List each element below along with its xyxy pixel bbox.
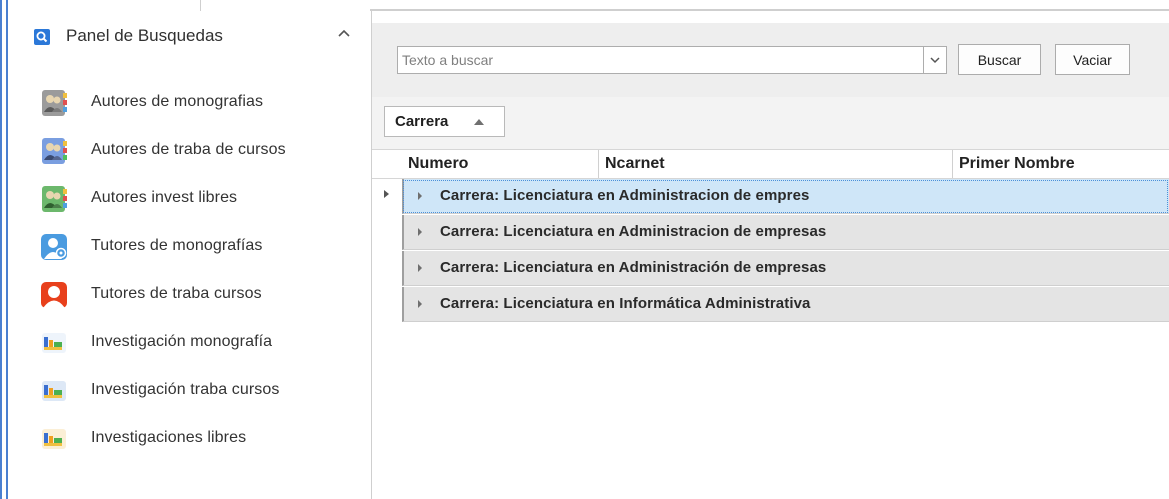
search-panel-sidebar: Panel de Busquedas Autores de monografia… bbox=[14, 11, 372, 499]
group-row-label: Carrera: Licenciatura en Informática Adm… bbox=[440, 295, 811, 312]
sidebar-item-label: Tutores de monografías bbox=[91, 237, 263, 254]
search-input[interactable] bbox=[402, 47, 922, 73]
group-chip-label: Carrera bbox=[395, 113, 449, 130]
expand-arrow-icon[interactable] bbox=[418, 228, 422, 236]
sidebar-item-investigacion-traba-cursos[interactable]: Investigación traba cursos bbox=[36, 375, 356, 413]
sidebar-item-investigacion-monografia[interactable]: Investigación monografía bbox=[36, 327, 356, 365]
window-edge bbox=[0, 0, 14, 499]
sidebar-item-tutores-traba-cursos[interactable]: Tutores de traba cursos bbox=[36, 279, 356, 317]
sidebar-item-autores-traba-cursos[interactable]: Autores de traba de cursos bbox=[36, 135, 356, 173]
search-icon bbox=[34, 29, 50, 45]
panel-title: Panel de Busquedas bbox=[66, 26, 223, 45]
group-row-label: Carrera: Licenciatura en Administracion … bbox=[440, 223, 827, 240]
chevron-up-icon[interactable] bbox=[335, 25, 353, 43]
search-bar: Buscar Vaciar bbox=[372, 23, 1169, 98]
grid-header: Numero Ncarnet Primer Nombre bbox=[372, 149, 1169, 179]
search-combo[interactable] bbox=[397, 46, 947, 74]
group-row[interactable]: Carrera: Licenciatura en Administracion … bbox=[402, 215, 1169, 250]
chevron-down-icon[interactable] bbox=[923, 47, 946, 73]
sidebar-item-label: Investigación monografía bbox=[91, 333, 273, 350]
user-icon bbox=[40, 281, 68, 309]
column-header-primer-nombre[interactable]: Primer Nombre bbox=[952, 150, 1169, 178]
group-row[interactable]: Carrera: Licenciatura en Informática Adm… bbox=[402, 287, 1169, 322]
contacts-book-icon bbox=[40, 89, 68, 117]
main-area: Buscar Vaciar Carrera Numero Ncarnet Pri… bbox=[372, 11, 1169, 499]
sidebar-item-label: Autores invest libres bbox=[91, 189, 238, 206]
expand-arrow-icon[interactable] bbox=[418, 192, 422, 200]
sidebar-item-label: Investigación traba cursos bbox=[91, 381, 280, 398]
top-strip bbox=[14, 0, 1169, 11]
window-border-line bbox=[0, 0, 2, 499]
group-row[interactable]: Carrera: Licenciatura en Administración … bbox=[402, 251, 1169, 286]
expand-arrow-icon[interactable] bbox=[418, 300, 422, 308]
contacts-book-icon bbox=[40, 185, 68, 213]
expand-arrow-icon[interactable] bbox=[418, 264, 422, 272]
sidebar-item-label: Autores de monografias bbox=[91, 93, 264, 110]
contacts-book-icon bbox=[40, 137, 68, 165]
tab-divider bbox=[200, 0, 201, 11]
chart-folder-icon bbox=[40, 377, 68, 405]
group-by-panel: Carrera bbox=[372, 97, 1169, 149]
column-header-ncarnet[interactable]: Ncarnet bbox=[598, 150, 952, 178]
buscar-button[interactable]: Buscar bbox=[958, 44, 1041, 75]
sidebar-item-autores-monografias[interactable]: Autores de monografias bbox=[36, 87, 356, 125]
panel-header[interactable]: Panel de Busquedas bbox=[14, 21, 371, 57]
row-indicator-icon bbox=[384, 190, 389, 198]
sidebar-item-autores-invest-libres[interactable]: Autores invest libres bbox=[36, 183, 356, 221]
sidebar-item-tutores-monografias[interactable]: Tutores de monografías bbox=[36, 231, 356, 269]
chart-folder-icon bbox=[40, 425, 68, 453]
sidebar-item-label: Investigaciones libres bbox=[91, 429, 247, 446]
chart-folder-icon bbox=[40, 329, 68, 357]
user-settings-icon bbox=[40, 233, 68, 261]
group-row[interactable]: Carrera: Licenciatura en Administracion … bbox=[402, 179, 1169, 214]
sidebar-item-label: Tutores de traba cursos bbox=[91, 285, 262, 302]
vaciar-button[interactable]: Vaciar bbox=[1055, 44, 1130, 75]
column-header-numero[interactable]: Numero bbox=[402, 150, 598, 178]
data-grid: Numero Ncarnet Primer Nombre Carrera: Li… bbox=[372, 149, 1169, 499]
group-by-chip-carrera[interactable]: Carrera bbox=[384, 106, 505, 137]
sort-ascending-icon bbox=[474, 119, 484, 125]
group-row-label: Carrera: Licenciatura en Administracion … bbox=[440, 187, 810, 204]
sidebar-item-label: Autores de traba de cursos bbox=[91, 141, 286, 158]
group-row-label: Carrera: Licenciatura en Administración … bbox=[440, 259, 827, 276]
window-border-line bbox=[6, 0, 8, 499]
sidebar-item-investigaciones-libres[interactable]: Investigaciones libres bbox=[36, 423, 356, 461]
